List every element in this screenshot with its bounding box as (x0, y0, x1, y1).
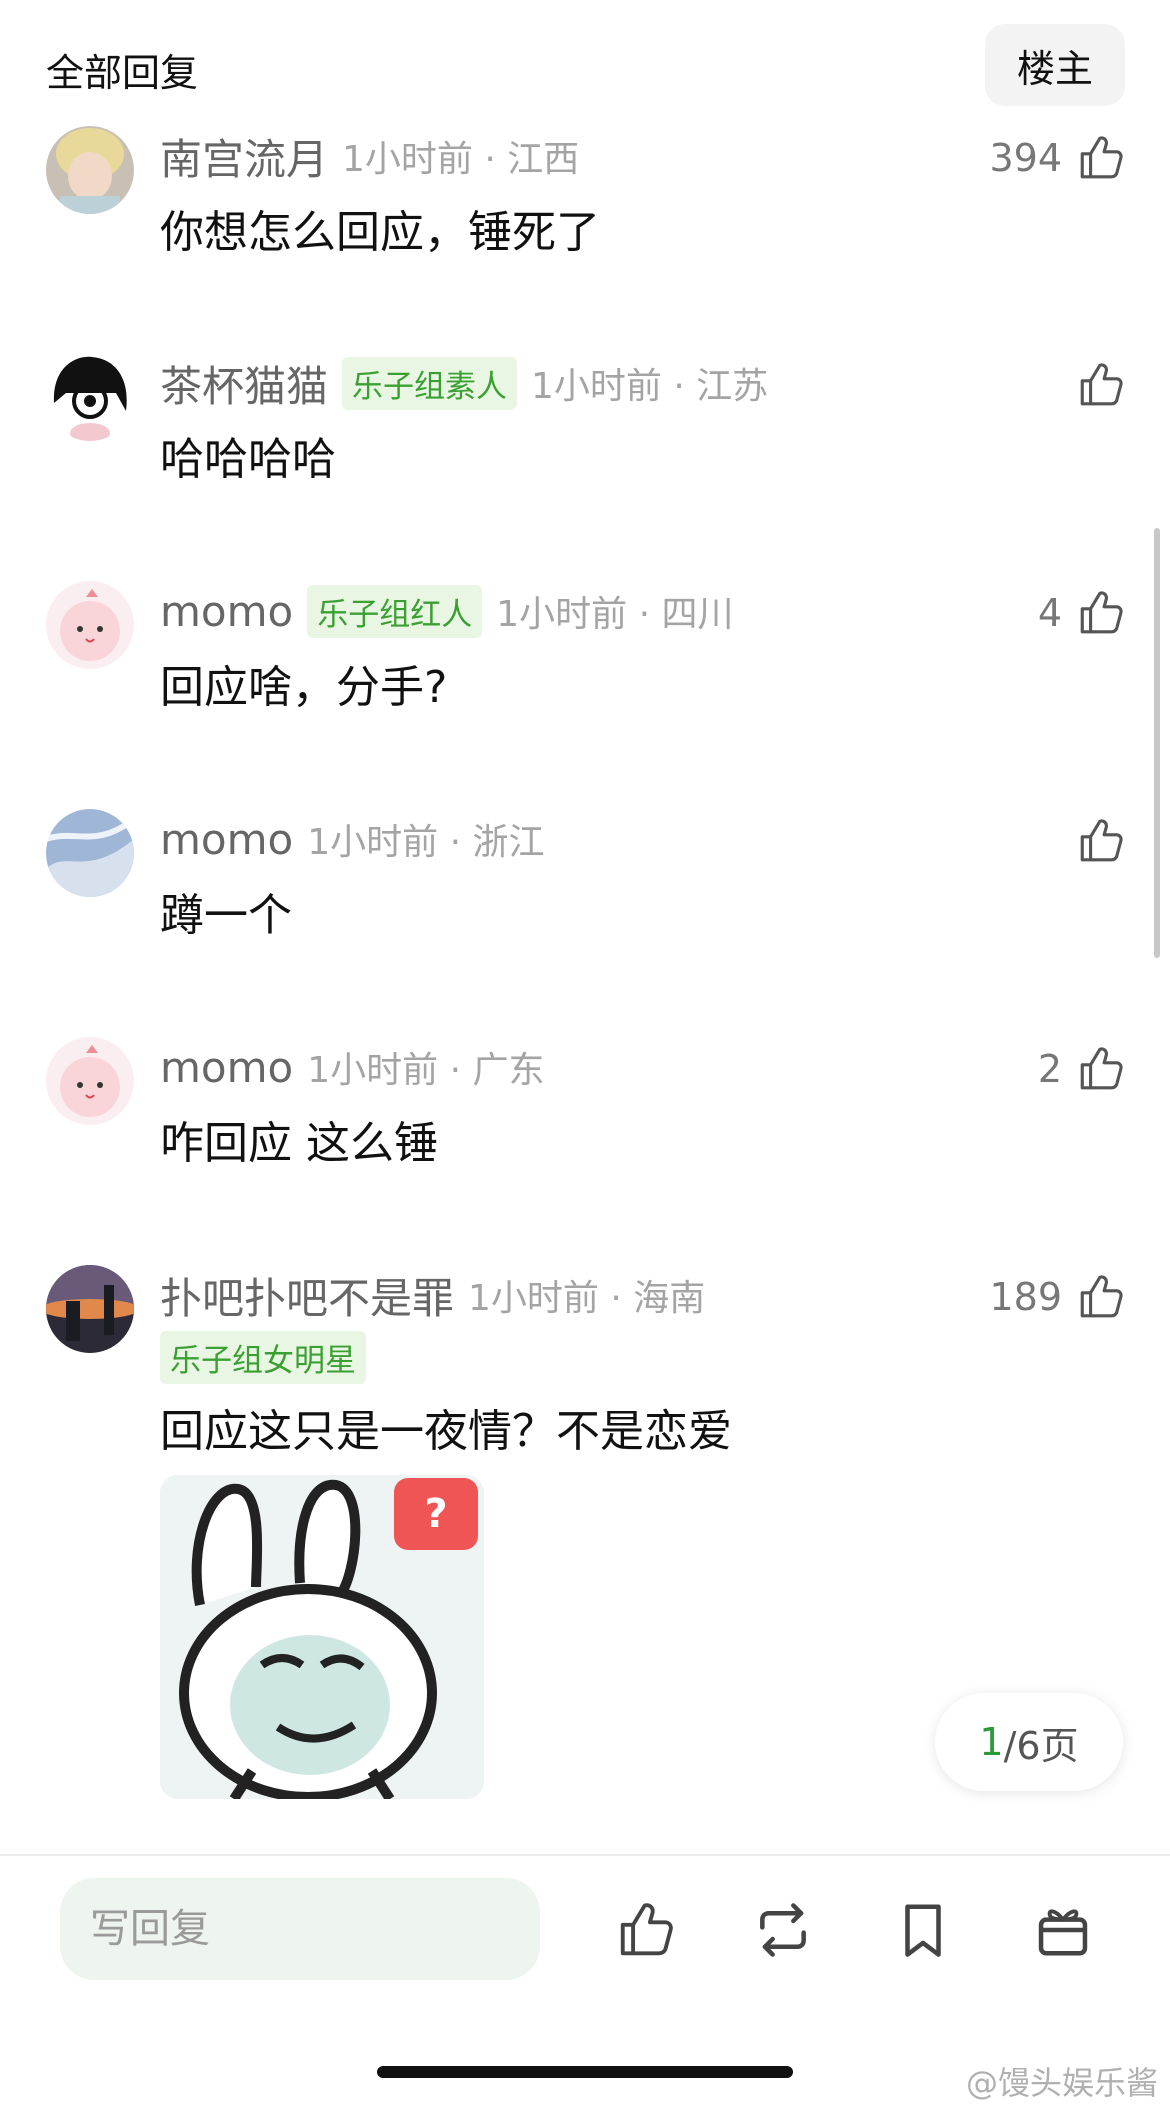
like-count: 189 (989, 1275, 1062, 1319)
username[interactable]: momo (160, 1043, 293, 1092)
current-page: 1 (979, 1720, 1004, 1764)
comment-text: 回应啥，分手? (160, 662, 448, 713)
gift-icon[interactable] (1032, 1899, 1094, 1961)
total-pages: /6页 (1003, 1723, 1079, 1768)
comment-meta: 茶杯猫猫 乐子组素人 1小时前 · 江苏 (160, 353, 768, 413)
comment-meta: 南宫流月 1小时前 · 江西 (160, 126, 579, 186)
thumbs-up-icon (1080, 363, 1123, 406)
thumbs-up-icon (1080, 136, 1123, 179)
bookmark-icon[interactable] (892, 1899, 954, 1961)
like-button[interactable]: 189 (989, 1267, 1126, 1327)
page-indicator[interactable]: 1 /6页 (935, 1693, 1123, 1791)
sticker-image[interactable]: ? (160, 1475, 484, 1799)
time-location: 1小时前 · 江西 (342, 139, 580, 180)
time-location: 1小时前 · 江苏 (531, 366, 769, 407)
avatar[interactable] (46, 353, 134, 441)
repost-icon[interactable] (752, 1899, 814, 1961)
thumbs-up-icon[interactable] (615, 1899, 677, 1961)
divider (0, 1854, 1170, 1856)
like-button[interactable]: 2 (1038, 1039, 1126, 1099)
thumbs-up-icon (1080, 591, 1123, 634)
username[interactable]: momo (160, 815, 293, 864)
thumbs-up-icon (1080, 1275, 1123, 1318)
avatar[interactable] (46, 1037, 134, 1125)
thumbs-up-icon (1080, 1047, 1123, 1090)
scrollbar[interactable] (1154, 528, 1160, 958)
avatar[interactable] (46, 809, 134, 897)
thumbs-up-icon (1080, 819, 1123, 862)
avatar[interactable] (46, 1265, 134, 1353)
username[interactable]: momo (160, 587, 293, 636)
time-location: 1小时前 · 浙江 (307, 822, 545, 863)
home-indicator[interactable] (377, 2066, 793, 2078)
comment-text: 你想怎么回应，锤死了 (160, 207, 600, 258)
like-button[interactable]: 394 (989, 128, 1126, 188)
badge-row: 乐子组女明星 (160, 1331, 380, 1384)
avatar[interactable] (46, 126, 134, 214)
comment-meta: momo 1小时前 · 浙江 (160, 809, 544, 869)
comment-meta: 扑吧扑吧不是罪 1小时前 · 海南 (160, 1265, 705, 1325)
question-mark-tag: ? (394, 1478, 478, 1550)
watermark: @馒头娱乐酱 (965, 2064, 1158, 2102)
username[interactable]: 南宫流月 (160, 126, 328, 187)
header: 全部回复 楼主 (0, 0, 1170, 130)
like-button[interactable] (1076, 355, 1126, 415)
comment-text: 哈哈哈哈 (160, 434, 336, 485)
time-location: 1小时前 · 四川 (496, 594, 734, 635)
comment-meta: momo 1小时前 · 广东 (160, 1037, 544, 1097)
like-count: 2 (1037, 1047, 1062, 1091)
op-only-button[interactable]: 楼主 (985, 24, 1125, 106)
user-badge: 乐子组素人 (342, 356, 518, 410)
avatar[interactable] (46, 581, 134, 669)
username[interactable]: 扑吧扑吧不是罪 (160, 1265, 454, 1326)
user-badge: 乐子组红人 (307, 584, 483, 638)
like-button[interactable] (1076, 811, 1126, 871)
comment-meta: momo 乐子组红人 1小时前 · 四川 (160, 581, 733, 641)
user-badge: 乐子组女明星 (160, 1331, 366, 1384)
time-location: 1小时前 · 海南 (468, 1278, 706, 1319)
like-button[interactable]: 4 (1038, 583, 1126, 643)
time-location: 1小时前 · 广东 (307, 1050, 545, 1091)
comment-text: 蹲一个 (160, 890, 292, 941)
username[interactable]: 茶杯猫猫 (160, 353, 328, 414)
comment-text: 回应这只是一夜情？不是恋爱 (160, 1406, 732, 1457)
like-count: 394 (989, 136, 1062, 180)
page-title: 全部回复 (46, 51, 199, 95)
like-count: 4 (1037, 591, 1062, 635)
reply-input[interactable] (60, 1878, 540, 1980)
comment-text: 咋回应 这么锤 (160, 1118, 438, 1169)
